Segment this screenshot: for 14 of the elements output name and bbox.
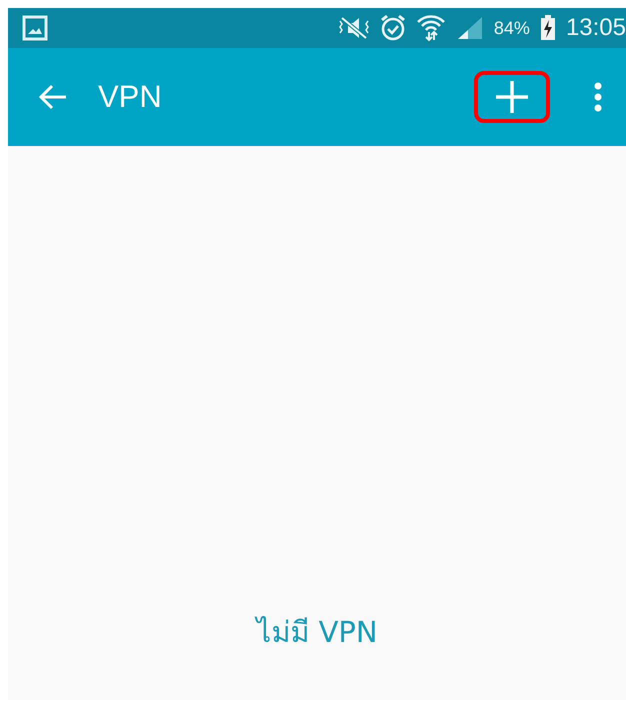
plus-icon (494, 79, 530, 115)
empty-message: ไม่มี VPN (256, 614, 378, 651)
back-arrow-icon[interactable] (38, 84, 68, 110)
battery-icon (540, 15, 556, 41)
battery-percent: 84% (494, 18, 530, 38)
alarm-icon (380, 14, 406, 42)
screen-title: VPN (98, 79, 162, 115)
mute-icon (338, 15, 370, 41)
clock-time: 13:05 (566, 14, 626, 42)
signal-icon (456, 15, 484, 41)
wifi-icon (416, 14, 446, 42)
more-icon (593, 82, 603, 112)
add-button[interactable] (474, 71, 550, 123)
picture-icon (22, 15, 48, 41)
